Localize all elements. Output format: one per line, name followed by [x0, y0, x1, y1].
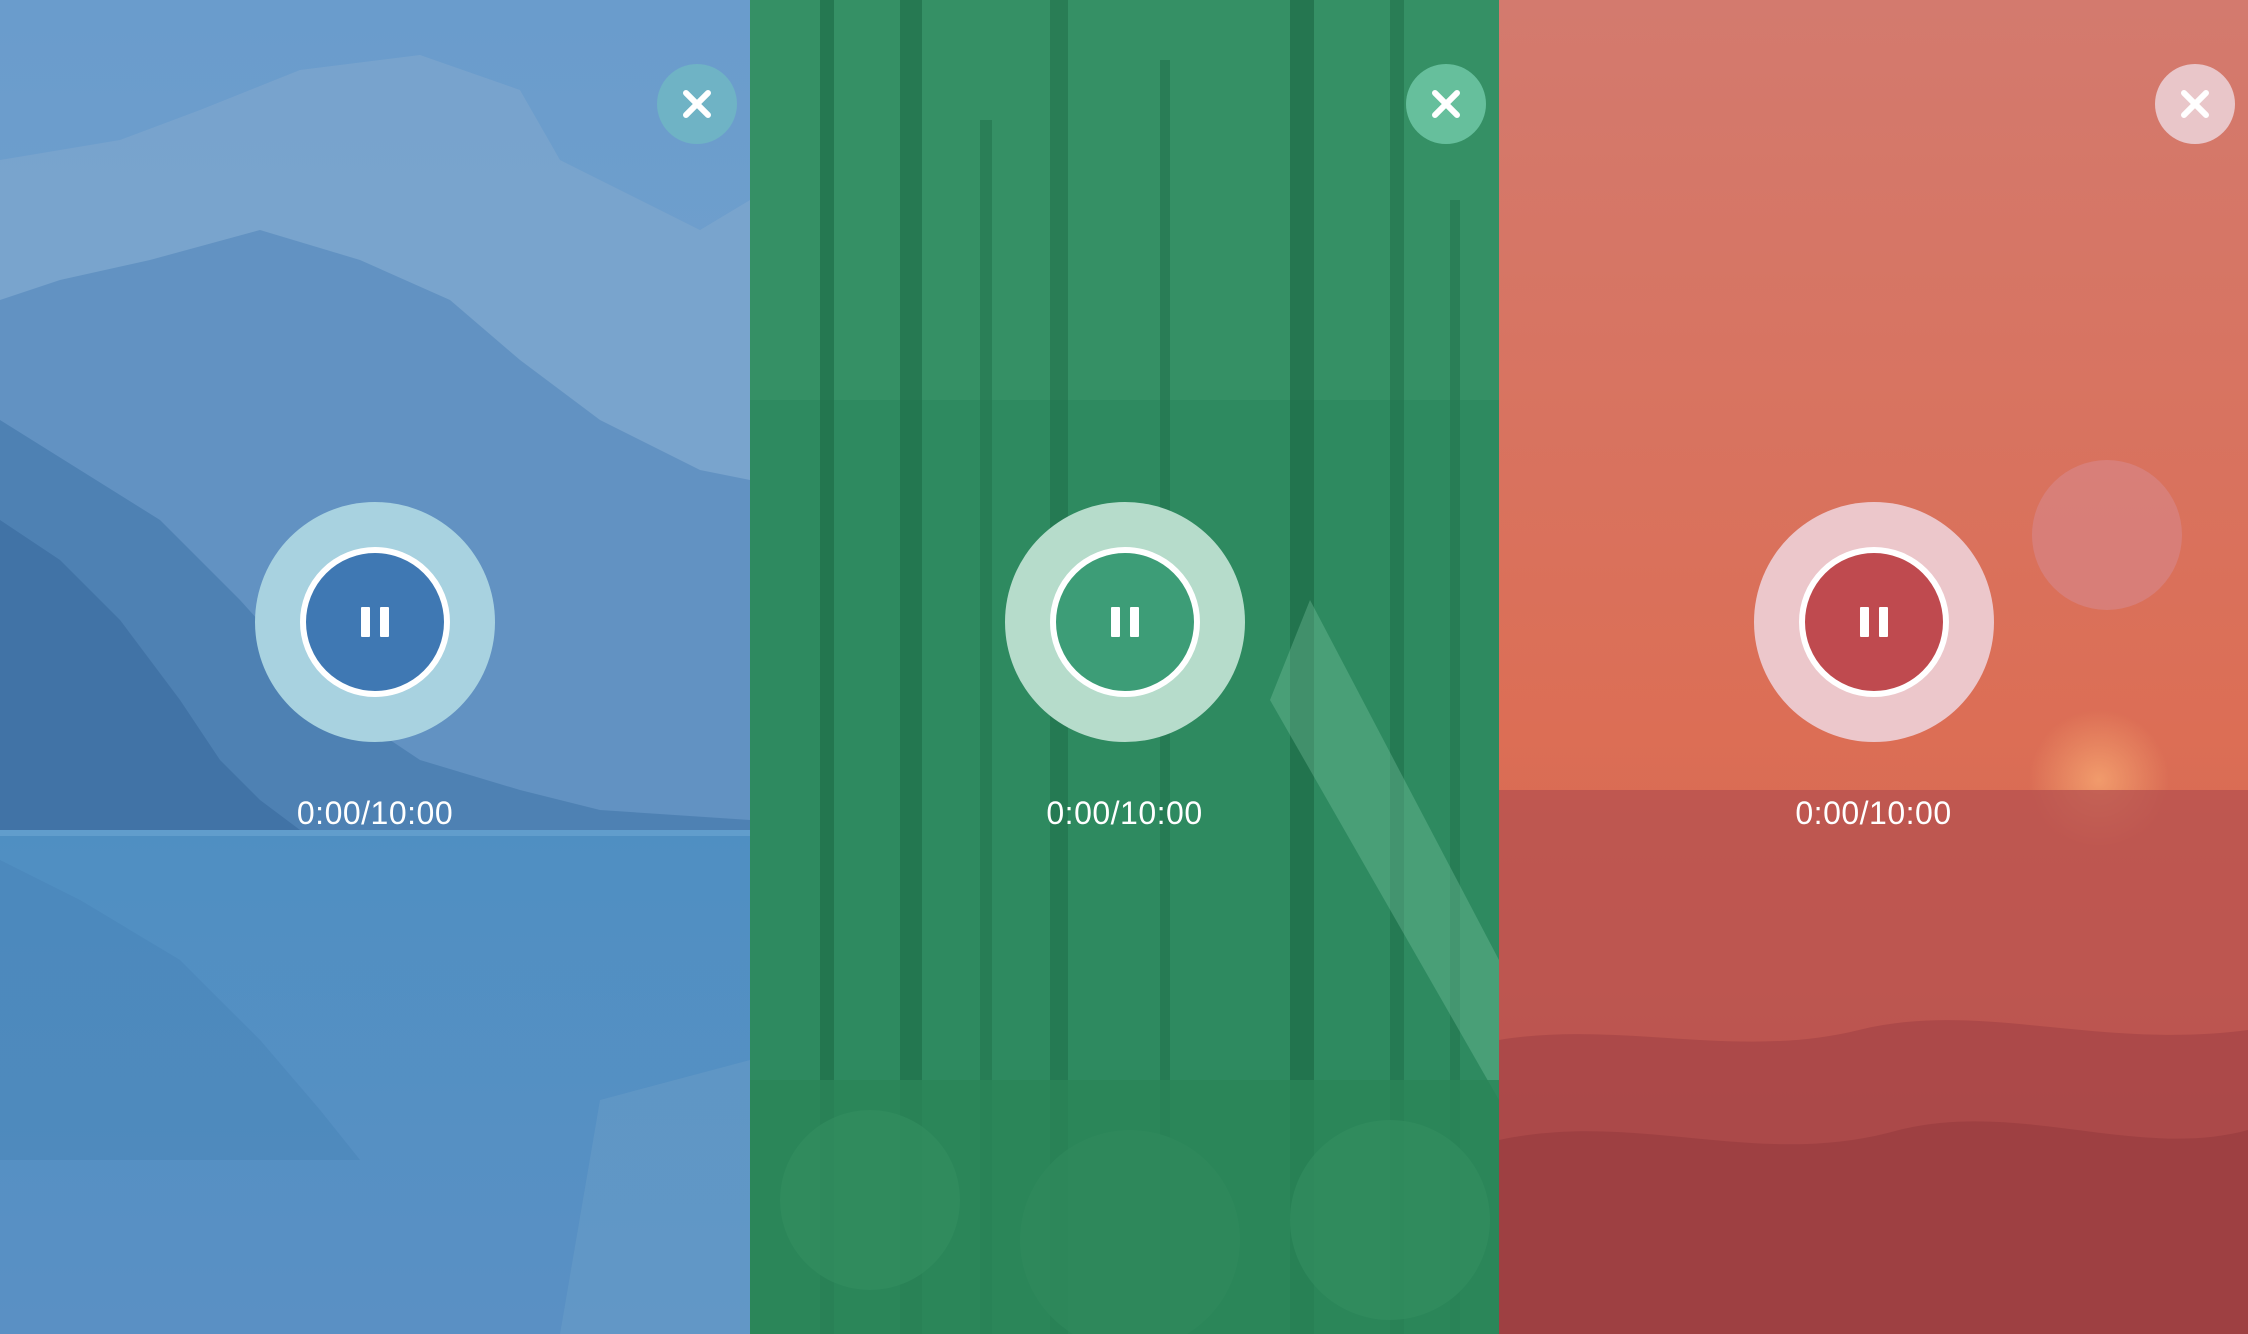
- pause-icon: [1110, 607, 1139, 637]
- panel-ocean-sunset: 0:00/10:00: [1499, 0, 2248, 1334]
- pause-icon: [1859, 607, 1888, 637]
- close-icon: [683, 90, 711, 118]
- pause-icon: [361, 607, 389, 637]
- close-button[interactable]: [2155, 64, 2235, 144]
- close-button[interactable]: [657, 64, 737, 144]
- panel-mountain-lake: 0:00/10:00: [0, 0, 750, 1334]
- playback-time: 0:00/10:00: [1046, 795, 1203, 831]
- sound-player-screen: 0:00/10:00 0:00/10:00 0:00/10:00: [0, 0, 2248, 1334]
- close-button[interactable]: [1406, 64, 1486, 144]
- playback-time: 0:00/10:00: [1795, 795, 1952, 831]
- pause-button[interactable]: [1798, 547, 1949, 697]
- pause-button[interactable]: [300, 547, 450, 697]
- close-icon: [2181, 90, 2209, 118]
- close-icon: [1432, 90, 1460, 118]
- pause-button[interactable]: [1049, 547, 1200, 697]
- panel-forest: 0:00/10:00: [750, 0, 1499, 1334]
- player-ring: [255, 502, 495, 742]
- player-ring: [1753, 502, 1994, 742]
- player-ring: [1004, 502, 1245, 742]
- playback-time: 0:00/10:00: [296, 795, 454, 831]
